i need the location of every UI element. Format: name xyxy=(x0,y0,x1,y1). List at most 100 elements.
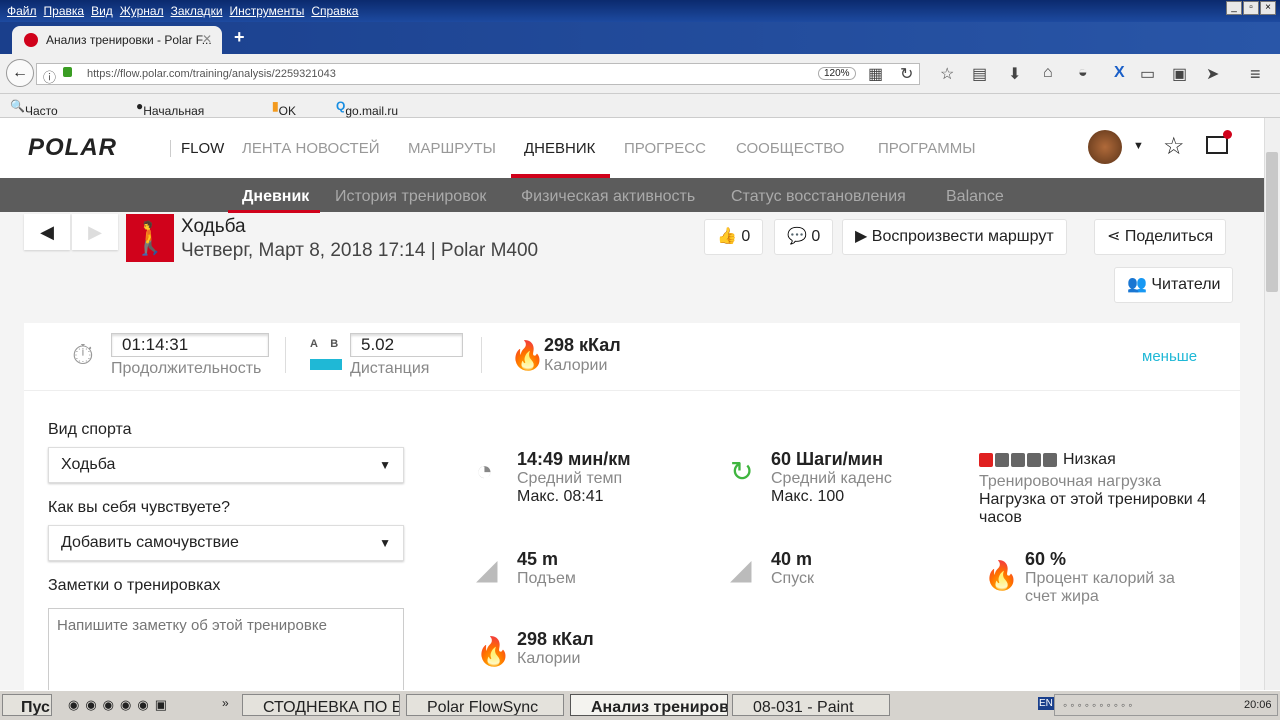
flag-icon[interactable]: ▭ xyxy=(1140,64,1155,84)
nav-routes[interactable]: МАРШРУТЫ xyxy=(408,140,496,157)
start-button[interactable]: Пуск xyxy=(2,694,52,716)
menu-history[interactable]: Журнал xyxy=(120,4,164,18)
training-details: Вид спорта Ходьба ▼ Как вы себя чувствует… xyxy=(24,391,1240,690)
clock: 20:06 xyxy=(1244,699,1272,711)
back-button[interactable]: ← xyxy=(6,59,34,87)
nav-community[interactable]: СООБЩЕСТВО xyxy=(736,140,844,157)
taskbar-window-opera[interactable]: СТОДНЕВКА ПО БЕГУ - ... xyxy=(242,694,400,716)
more-chevron-icon[interactable]: » xyxy=(222,696,229,710)
bookmark-go-mail[interactable]: Q go.mail.ru xyxy=(336,99,398,118)
point-b-label: B xyxy=(330,338,339,350)
language-indicator[interactable]: EN xyxy=(1038,697,1054,710)
ruler-icon xyxy=(310,359,342,370)
notification-dot xyxy=(1223,130,1232,139)
share-icon: ⋖ xyxy=(1107,228,1121,245)
like-button[interactable]: 👍 0 xyxy=(704,219,764,255)
nav-news[interactable]: ЛЕНТА НОВОСТЕЙ xyxy=(242,140,379,157)
bookmark-ok-live[interactable]: ▮ OK Live xyxy=(272,99,301,132)
dropdown-arrow-icon: ▼ xyxy=(379,536,391,550)
url-input[interactable]: ⓘ https://flow.polar.com/training/analysi… xyxy=(36,63,920,85)
download-icon[interactable]: ⬇ xyxy=(1008,64,1021,84)
subnav-diary[interactable]: Дневник xyxy=(242,188,309,206)
training-summary: ⏱ 01:14:31 Продолжительность A B 5.02 Ди… xyxy=(24,323,1240,391)
menu-edit[interactable]: Правка xyxy=(44,4,85,18)
taskbar-window-paint[interactable]: 08-031 - Paint xyxy=(732,694,890,716)
menu-bar: Файл Правка Вид Журнал Закладки Инструменты Сп… xyxy=(0,0,1280,22)
nav-progress[interactable]: ПРОГРЕСС xyxy=(624,140,706,157)
browser-tab[interactable]: Анализ тренировки - Polar F... ✕ xyxy=(12,26,222,54)
send-icon[interactable]: ➤ xyxy=(1206,64,1219,84)
duration-field[interactable]: 01:14:31 xyxy=(111,333,269,357)
notes-textarea[interactable] xyxy=(48,608,404,690)
taskbar-window-firefox[interactable]: Анализ тренировки - ... xyxy=(570,694,728,716)
flame-icon: 🔥 xyxy=(510,340,545,371)
polar-logo[interactable]: POLAR xyxy=(28,134,117,162)
reload-icon[interactable]: ↻ xyxy=(900,64,913,84)
replay-route-button[interactable]: ▶ Воспроизвести маршрут xyxy=(842,219,1067,255)
less-link[interactable]: меньше xyxy=(1142,348,1197,365)
quick-launch-icons[interactable]: ◉◉◉◉◉▣ xyxy=(68,697,173,713)
pocket-icon[interactable]: ◒ xyxy=(1078,64,1088,82)
hamburger-menu-icon[interactable]: ≡ xyxy=(1250,64,1261,85)
max-cadence: Макс. 100 xyxy=(771,488,845,505)
menu-help[interactable]: Справка xyxy=(311,4,358,18)
avg-cadence-label: Средний каденс xyxy=(771,470,892,487)
training-date: Четверг, Март 8, 2018 17:14 | Polar M400 xyxy=(181,240,539,261)
distance-field[interactable]: 5.02 xyxy=(350,333,463,357)
training-load-bar: Низкая xyxy=(979,451,1209,469)
nav-programs[interactable]: ПРОГРАММЫ xyxy=(878,140,976,157)
subnav-recovery[interactable]: Статус восстановления xyxy=(731,188,906,206)
next-training-button[interactable]: ▶ xyxy=(72,214,118,250)
close-tab-icon[interactable]: ✕ xyxy=(202,32,212,46)
bookmark-most-visited[interactable]: 🔍 Часто посещаемые xyxy=(10,99,98,132)
previous-training-button[interactable]: ◀ xyxy=(24,214,70,250)
share-button[interactable]: ⋖ Поделиться xyxy=(1094,219,1227,255)
menu-file[interactable]: Файл xyxy=(7,4,37,18)
sport-select[interactable]: Ходьба ▼ xyxy=(48,447,404,483)
zoom-level[interactable]: 120% xyxy=(818,67,856,80)
screen-icon[interactable]: ▣ xyxy=(1172,64,1187,84)
polar-favicon-icon xyxy=(24,33,38,47)
info-icon[interactable]: ⓘ xyxy=(43,67,56,86)
menu-tools[interactable]: Инструменты xyxy=(230,4,305,18)
scrollbar-thumb[interactable] xyxy=(1266,152,1278,292)
load-text: Нагрузка от этой тренировки 4 часов xyxy=(979,491,1207,526)
subnav-balance[interactable]: Balance xyxy=(946,188,1004,206)
avatar[interactable] xyxy=(1088,130,1122,164)
walking-icon: 🚶 xyxy=(126,214,174,262)
max-pace: Макс. 08:41 xyxy=(517,488,604,505)
subnav-history[interactable]: История тренировок xyxy=(335,188,486,206)
restore-button[interactable]: ▫ xyxy=(1243,1,1259,15)
feeling-select[interactable]: Добавить самочувствие ▼ xyxy=(48,525,404,561)
nav-diary[interactable]: ДНЕВНИК xyxy=(524,140,595,157)
extension-x-icon[interactable]: X xyxy=(1114,64,1125,82)
menu-view[interactable]: Вид xyxy=(91,4,113,18)
ascent-label: Подъем xyxy=(517,570,576,587)
subnav-activity[interactable]: Физическая активность xyxy=(521,188,695,206)
messages-icon[interactable] xyxy=(1206,130,1232,154)
active-subnav-indicator xyxy=(228,210,320,213)
bookmark-star-icon[interactable]: ☆ xyxy=(940,64,954,84)
readers-button[interactable]: 👥 Читатели xyxy=(1114,267,1234,303)
minimize-button[interactable]: _ xyxy=(1226,1,1242,15)
comments-button[interactable]: 💬 0 xyxy=(774,219,834,255)
notes-label: Заметки о тренировках xyxy=(48,577,221,594)
point-a-label: A xyxy=(310,338,318,350)
home-icon[interactable]: ⌂ xyxy=(1043,64,1053,82)
stopwatch-icon: ⏱ xyxy=(72,339,94,370)
sport-title: Ходьба xyxy=(181,216,246,237)
bookmark-start-page[interactable]: ● Начальная страница xyxy=(136,99,204,132)
ascent-value: 45 m xyxy=(517,549,559,569)
new-tab-button[interactable]: + xyxy=(234,27,245,48)
feeling-label: Как вы себя чувствуете? xyxy=(48,499,231,516)
close-window-button[interactable]: × xyxy=(1260,1,1276,15)
favorites-star-icon[interactable]: ☆ xyxy=(1163,132,1185,161)
lock-icon xyxy=(63,67,72,77)
bookmarks-list-icon[interactable]: ▤ xyxy=(972,64,987,84)
duration-label: Продолжительность xyxy=(111,360,262,377)
menu-bookmarks[interactable]: Закладки xyxy=(171,4,223,18)
taskbar-window-flowsync[interactable]: Polar FlowSync xyxy=(406,694,564,716)
calories-label: Калории xyxy=(517,650,581,667)
reader-icon[interactable]: ▦ xyxy=(868,64,883,84)
chevron-down-icon[interactable]: ▼ xyxy=(1133,140,1144,152)
